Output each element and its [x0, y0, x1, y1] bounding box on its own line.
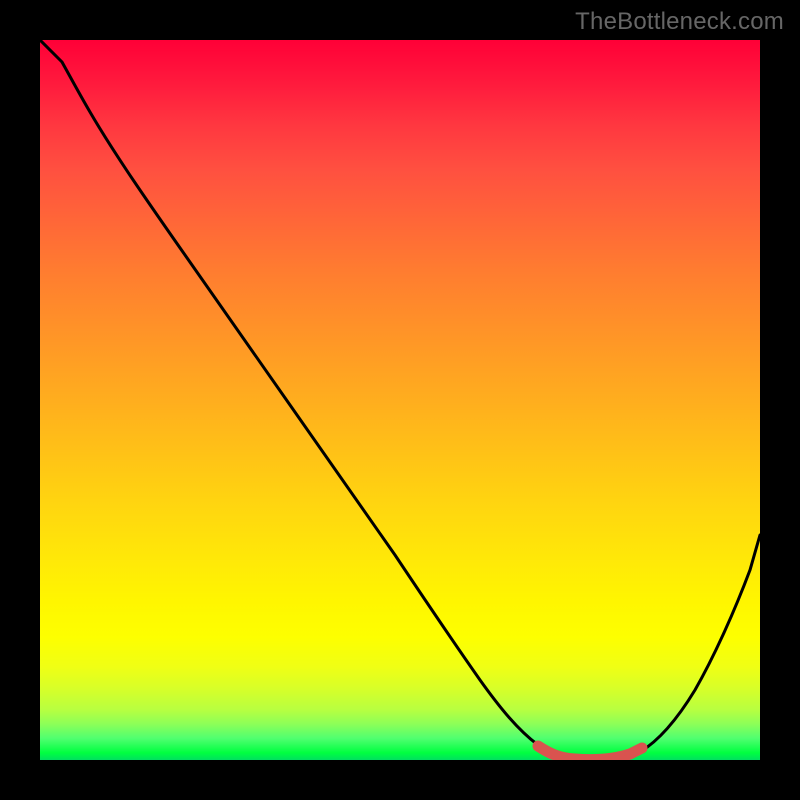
main-curve — [40, 40, 760, 760]
curve-overlay — [40, 40, 760, 760]
plot-area — [40, 40, 760, 760]
watermark-text: TheBottleneck.com — [575, 8, 784, 36]
chart-container: TheBottleneck.com — [0, 0, 800, 800]
highlight-segment — [538, 746, 642, 760]
